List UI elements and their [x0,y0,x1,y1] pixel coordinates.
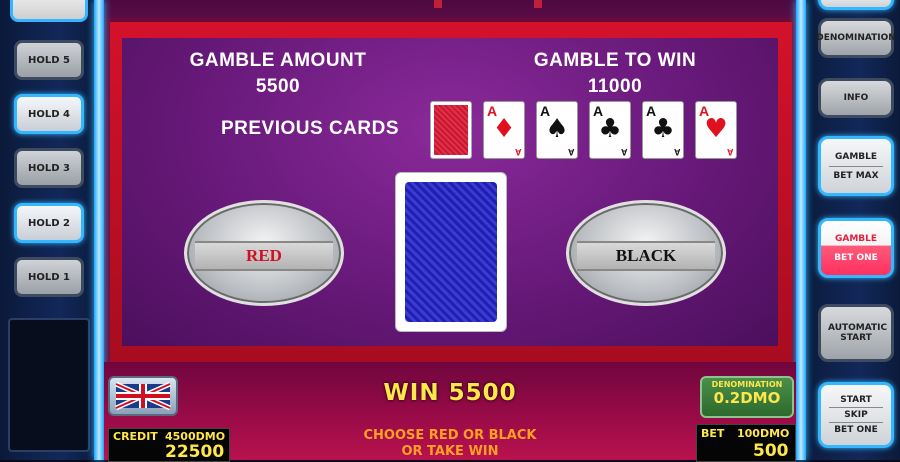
automatic-start-label: AUTOMATIC START [828,323,888,343]
hold-3-button[interactable]: HOLD 3 [14,148,84,188]
black-button-label: BLACK [577,241,715,271]
card-suit-icon: ♥ [704,114,728,144]
card-rank-corner: A [673,147,681,157]
gamble-amount-value: 5500 [255,76,301,97]
gamble-label: GAMBLE [834,151,878,162]
red-button[interactable]: RED [184,200,344,306]
bet-label: BET [701,427,725,440]
top-strip [104,0,796,18]
card-suit-icon: ♦ [492,114,516,144]
hold-4-label: HOLD 4 [28,108,70,120]
previous-card: A ♠ A [536,101,578,159]
hold-1-label: HOLD 1 [28,271,70,283]
status-message-line2: OR TAKE WIN [401,444,499,459]
hold-4-button[interactable]: HOLD 4 [14,94,84,134]
language-flag-button[interactable] [108,376,178,416]
left-display-box [8,318,90,452]
hold-3-label: HOLD 3 [28,162,70,174]
denomination-value: 0.2DMO [713,389,781,407]
card-suit-icon: ♣ [598,114,622,144]
previous-card: A ♣ A [589,101,631,159]
status-message: CHOOSE RED OR BLACK OR TAKE WIN [330,428,570,460]
start-label: START [840,395,872,405]
win-amount: WIN 5500 [383,380,517,406]
denomination-display: DENOMINATION 0.2DMO [700,376,794,418]
gamble-bet-one-button[interactable]: GAMBLE BET ONE [818,218,894,278]
gamble-amount-label: GAMBLE AMOUNT [189,50,367,71]
credit-value: 22500 [165,442,225,462]
card-rank-corner: A [514,147,522,157]
status-message-line1: CHOOSE RED OR BLACK [363,428,537,443]
bet-display: BET 100DMO 500 [696,424,796,462]
hold-2-button[interactable]: HOLD 2 [14,203,84,243]
left-glow-edge [94,0,104,460]
gamble-bet-max-button[interactable]: GAMBLE BET MAX [818,136,894,196]
bet-value: 500 [753,441,789,461]
denomination-button-label: DENOMINATION [816,33,896,43]
credit-display: CREDIT 4500DMO 22500 [108,428,230,462]
info-button-label: INFO [843,93,869,103]
top-right-button[interactable] [818,0,894,10]
denomination-button[interactable]: DENOMINATION [816,18,896,58]
right-glow-edge [796,0,806,460]
denomination-label: DENOMINATION [711,380,783,389]
start-skip-button[interactable]: START SKIP BET ONE [818,382,894,448]
automatic-start-button[interactable]: AUTOMATIC START [818,304,894,362]
face-down-card [430,101,472,159]
card-rank-corner: A [726,147,734,157]
gamble-card-back[interactable] [395,172,507,332]
card-suit-icon: ♣ [651,114,675,144]
hold-5-button[interactable]: HOLD 5 [14,40,84,80]
card-suit-icon: ♠ [545,114,569,144]
previous-card: A ♦ A [483,101,525,159]
info-button[interactable]: INFO [818,78,894,118]
black-button[interactable]: BLACK [566,200,726,306]
card-rank-corner: A [620,147,628,157]
red-button-label: RED [195,241,333,271]
previous-card: A ♣ A [642,101,684,159]
credit-label: CREDIT [113,430,158,443]
card-rank-corner: A [567,147,575,157]
skip-label: SKIP [844,410,868,420]
gamble-label: GAMBLE [834,233,878,244]
bet-one-label: BET ONE [834,252,878,263]
bet-dmo: 100DMO [737,427,790,440]
gamble-to-win-value: 11000 [587,76,643,97]
top-left-button[interactable] [10,0,88,22]
previous-card: A ♥ A [695,101,737,159]
bet-one-label: BET ONE [834,425,878,435]
bet-max-label: BET MAX [833,170,879,181]
hold-1-button[interactable]: HOLD 1 [14,257,84,297]
hold-2-label: HOLD 2 [28,217,70,229]
previous-cards-label: PREVIOUS CARDS [220,118,400,139]
gamble-to-win-label: GAMBLE TO WIN [533,50,697,71]
uk-flag-icon [114,381,172,411]
hold-5-label: HOLD 5 [28,54,70,66]
